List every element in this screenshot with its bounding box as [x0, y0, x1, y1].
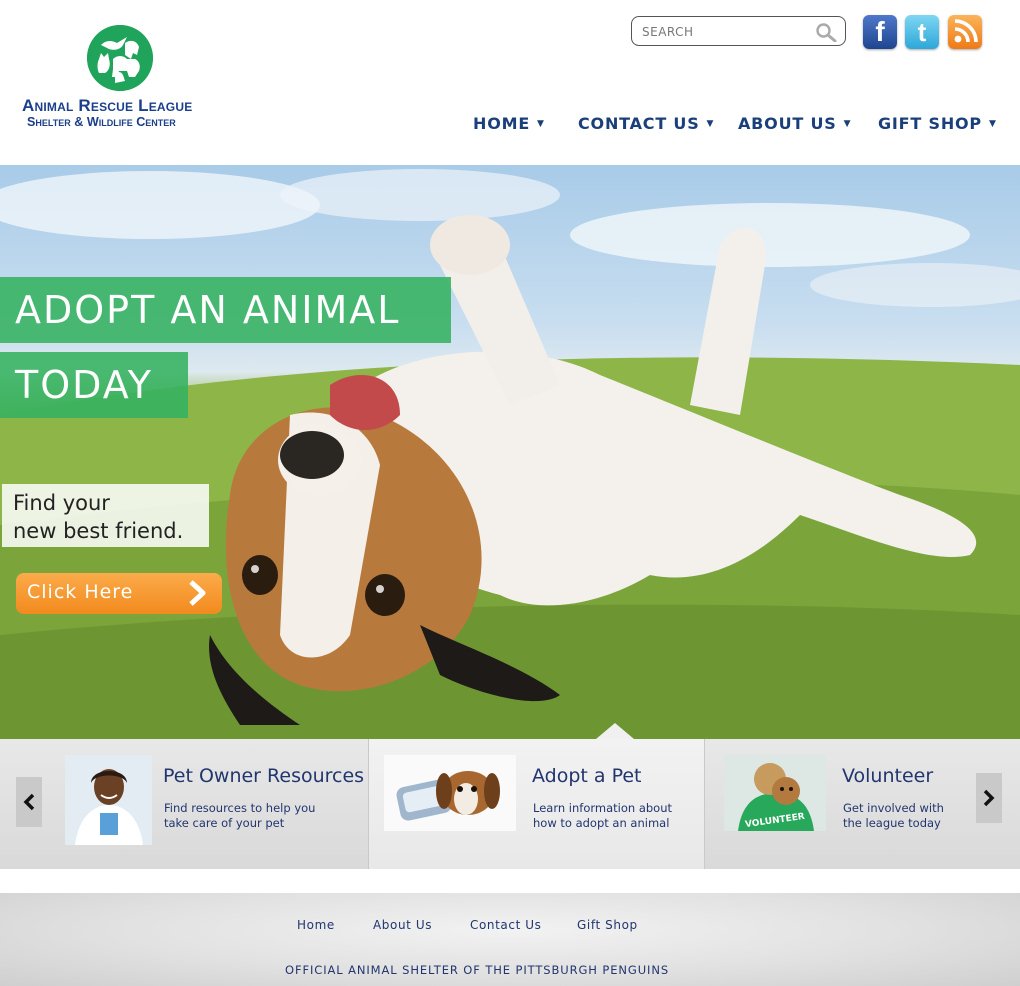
nav-about-us[interactable]: ABOUT US ▼ — [738, 112, 851, 134]
volunteer-desc-line-1: Get involved with — [843, 801, 944, 815]
site-header: Animal Rescue League Shelter & Wildlife … — [0, 0, 1020, 165]
chevron-right-icon — [983, 789, 995, 807]
nav-gift-shop-label: GIFT SHOP — [878, 113, 982, 133]
footer-link-about-us[interactable]: About Us — [373, 918, 432, 932]
click-here-label: Click Here — [27, 581, 134, 603]
pet-owner-resources-desc-line-2: take care of your pet — [164, 816, 285, 830]
twitter-icon[interactable]: t — [905, 15, 939, 49]
search-input[interactable] — [642, 23, 802, 41]
nav-gift-shop[interactable]: GIFT SHOP ▼ — [878, 112, 997, 134]
headline-line-2: TODAY — [0, 352, 188, 418]
nav-home-label: HOME — [473, 113, 531, 133]
footer-tagline: OFFICIAL ANIMAL SHELTER OF THE PITTSBURG… — [285, 963, 670, 977]
hero-dog-image — [0, 169, 1020, 739]
search-box — [631, 16, 846, 46]
pet-owner-resources-desc: Find resources to help you take care of … — [164, 801, 315, 831]
footer-link-contact-us[interactable]: Contact Us — [470, 918, 542, 932]
active-panel-pointer — [596, 723, 634, 739]
caret-down-icon: ▼ — [988, 119, 997, 129]
pet-owner-resources-title: Pet Owner Resources — [163, 765, 365, 787]
headline-line-1: ADOPT AN ANIMAL — [0, 277, 451, 343]
volunteer-title: Volunteer — [842, 765, 934, 787]
adopt-a-pet-desc: Learn information about how to adopt an … — [533, 801, 672, 831]
adopt-a-pet-thumbnail — [384, 755, 516, 831]
adopt-a-pet-title: Adopt a Pet — [532, 765, 642, 787]
feature-adopt-a-pet[interactable]: Adopt a Pet Learn information about how … — [369, 739, 704, 869]
footer-link-home[interactable]: Home — [297, 918, 335, 932]
feature-volunteer[interactable]: VOLUNTEER Volunteer Get involved with th… — [705, 739, 1020, 869]
nav-contact-us-label: CONTACT US — [578, 113, 700, 133]
carousel-next-button[interactable] — [976, 773, 1002, 823]
nav-contact-us[interactable]: CONTACT US ▼ — [578, 112, 714, 134]
nav-about-us-label: ABOUT US — [738, 113, 837, 133]
hero-banner: ADOPT AN ANIMAL TODAY Find your new best… — [0, 165, 1020, 739]
pet-owner-resources-thumbnail — [65, 755, 152, 845]
adopt-a-pet-desc-line-2: how to adopt an animal — [533, 816, 670, 830]
caret-down-icon: ▼ — [706, 119, 715, 129]
tagline-box: Find your new best friend. — [2, 484, 209, 547]
logo-title: Animal Rescue League — [22, 96, 193, 115]
search-icon[interactable] — [815, 22, 837, 42]
pet-owner-resources-desc-line-1: Find resources to help you — [164, 801, 316, 815]
tagline-line-1: Find your — [13, 491, 110, 515]
rss-icon[interactable] — [948, 15, 982, 49]
chevron-right-icon — [189, 580, 206, 606]
footer-link-gift-shop[interactable]: Gift Shop — [577, 918, 638, 932]
volunteer-thumbnail: VOLUNTEER — [724, 755, 826, 831]
volunteer-desc-line-2: the league today — [843, 816, 941, 830]
caret-down-icon: ▼ — [843, 119, 852, 129]
facebook-icon[interactable]: f — [863, 15, 897, 49]
nav-home[interactable]: HOME ▼ — [473, 112, 545, 134]
logo-emblem — [87, 25, 153, 91]
volunteer-desc: Get involved with the league today — [843, 801, 944, 831]
feature-pet-owner-resources[interactable]: Pet Owner Resources Find resources to he… — [0, 739, 368, 869]
site-footer: Home About Us Contact Us Gift Shop OFFIC… — [0, 893, 1020, 986]
logo[interactable]: Animal Rescue League Shelter & Wildlife … — [22, 25, 227, 135]
caret-down-icon: ▼ — [537, 119, 545, 129]
feature-carousel: Pet Owner Resources Find resources to he… — [0, 723, 1020, 869]
click-here-button[interactable]: Click Here — [16, 573, 222, 614]
logo-subtitle: Shelter & Wildlife Center — [27, 115, 176, 129]
adopt-a-pet-desc-line-1: Learn information about — [533, 801, 673, 815]
tagline-line-2: new best friend. — [13, 519, 184, 543]
